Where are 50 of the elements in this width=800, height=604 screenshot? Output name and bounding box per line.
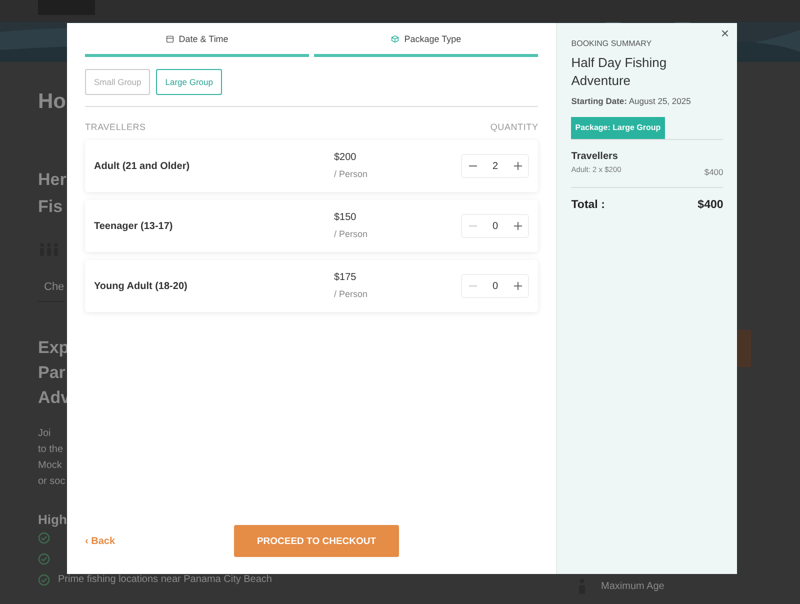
price: $200	[334, 151, 358, 165]
box-icon	[391, 34, 400, 42]
price-unit: / Person	[334, 288, 369, 301]
check-icon	[38, 532, 50, 544]
plus-icon	[512, 221, 523, 231]
tour-title: Her	[38, 169, 66, 191]
step-label[interactable]: Package Type	[404, 34, 462, 44]
quantity-header: QUANTITY	[490, 122, 538, 132]
section-heading: Par	[38, 362, 66, 384]
page-heading: Ho	[38, 90, 66, 114]
tour-title: Fis	[38, 196, 63, 218]
package-option[interactable]: Small Group	[85, 69, 150, 95]
highlight-text: Prime fishing locations near Panama City Beach	[58, 574, 272, 585]
description-text: Joi	[38, 427, 51, 441]
total-label: Total :	[571, 199, 605, 211]
description-text: or soc	[38, 475, 66, 489]
age-label: Maximum Age	[601, 580, 664, 592]
check-icon	[38, 574, 50, 586]
starting-date: Starting Date: August 25, 2025	[571, 96, 692, 106]
tour-title: Half Day Fishing Adventure	[571, 54, 668, 90]
proceed-button[interactable]: PROCEED TO CHECKOUT	[234, 525, 399, 557]
traveller-type: Teenager (13-17)	[94, 220, 174, 232]
summary-heading: BOOKING SUMMARY	[571, 39, 653, 48]
description-text: Mock	[38, 459, 62, 473]
highlights-heading: High	[38, 512, 67, 527]
travellers-heading: Travellers	[571, 151, 619, 162]
page-tab[interactable]: Che	[38, 281, 64, 302]
description-text: to the	[38, 443, 64, 457]
price-unit: / Person	[334, 168, 369, 181]
check-icon	[38, 552, 50, 564]
book-button[interactable]	[737, 330, 751, 367]
step-label[interactable]: Date & Time	[178, 34, 228, 44]
quantity-value: 0	[491, 220, 500, 232]
calendar-icon	[166, 34, 174, 42]
traveller-type: Adult (21 and Older)	[94, 160, 191, 172]
plus-icon	[512, 161, 523, 171]
back-link[interactable]: ‹ Back	[85, 536, 234, 546]
travellers-header: TRAVELLERS	[85, 122, 146, 132]
package-option[interactable]: Large Group	[156, 69, 222, 95]
quantity-value: 2	[491, 160, 500, 172]
total-value: $400	[698, 199, 724, 211]
price: $175	[334, 271, 358, 285]
price: $150	[334, 211, 358, 225]
package-badge: Package: Large Group	[571, 117, 665, 139]
close-button[interactable]: ×	[718, 25, 731, 41]
traveller-type: Young Adult (18-20)	[94, 280, 188, 292]
price-unit: / Person	[334, 228, 369, 241]
plus-icon	[512, 281, 523, 291]
line-item-amount: $400	[704, 167, 724, 177]
quantity-value: 0	[491, 280, 500, 292]
